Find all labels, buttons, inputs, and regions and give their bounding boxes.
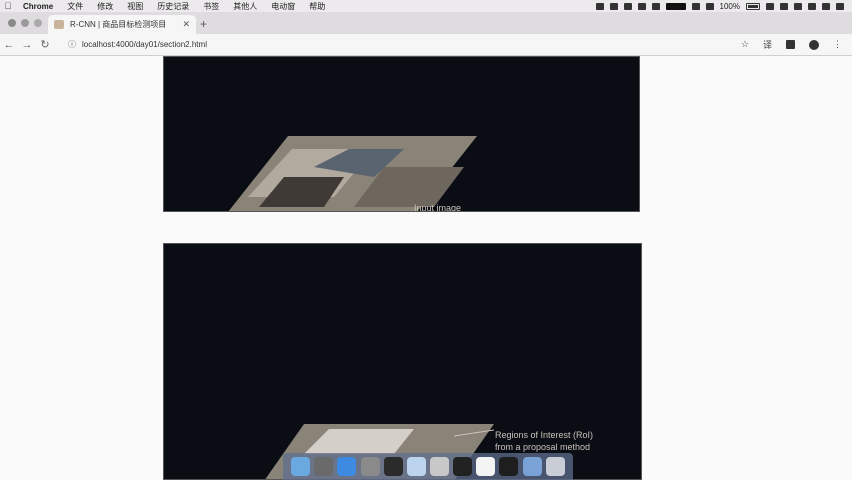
minimize-window-icon[interactable] (21, 19, 29, 27)
tab-close-icon[interactable]: ✕ (182, 19, 190, 30)
status-icon[interactable] (794, 2, 802, 10)
tab-strip: R-CNN | 商品目标检测项目 ✕ + (0, 12, 852, 34)
menu-view[interactable]: 视图 (120, 1, 150, 12)
window-controls (8, 19, 42, 27)
more-menu-icon[interactable]: ⋮ (833, 39, 842, 50)
battery-icon[interactable] (746, 2, 760, 10)
caption-roi-line1: Regions of Interest (RoI) (495, 430, 594, 440)
back-icon[interactable]: ← (0, 39, 18, 51)
input-method-icon[interactable] (766, 2, 774, 10)
status-icon[interactable] (665, 2, 686, 10)
new-tab-icon[interactable]: + (200, 17, 207, 31)
status-area: 100% (595, 1, 852, 11)
status-icon[interactable] (637, 2, 646, 10)
bookmark-star-icon[interactable]: ☆ (741, 39, 749, 50)
translate-icon[interactable]: 译 (763, 38, 772, 51)
reload-icon[interactable]: ↻ (36, 38, 54, 51)
profile-icon[interactable] (809, 39, 819, 50)
url-text: localhost:4000/day01/section2.html (82, 40, 207, 49)
toolbar-actions: ☆ 译 ⋮ (741, 38, 852, 51)
caption-input-image: Input image (414, 203, 462, 212)
favicon-icon (54, 20, 64, 29)
finder-window-icon[interactable] (522, 457, 542, 476)
volume-icon[interactable] (705, 2, 714, 10)
pycharm-icon[interactable] (383, 457, 403, 476)
close-window-icon[interactable] (8, 19, 16, 27)
preview-icon[interactable] (406, 457, 426, 476)
status-icon[interactable] (651, 2, 660, 10)
browser-tab[interactable]: R-CNN | 商品目标检测项目 ✕ (48, 15, 196, 34)
info-icon[interactable]: ⓘ (68, 39, 76, 50)
forward-icon[interactable]: → (18, 39, 36, 51)
launchpad-icon[interactable] (314, 457, 334, 476)
chrome-icon[interactable] (430, 457, 450, 476)
menu-edit[interactable]: 修改 (90, 1, 120, 12)
terminal-icon[interactable] (453, 457, 473, 476)
search-icon[interactable] (808, 2, 816, 10)
extension-icon[interactable] (786, 40, 795, 49)
status-icon[interactable] (780, 2, 788, 10)
apple-menu-icon[interactable]:  (0, 1, 16, 11)
menu-list-icon[interactable] (836, 2, 844, 10)
control-center-icon[interactable] (822, 2, 830, 10)
finder-icon[interactable] (291, 457, 311, 476)
settings-icon[interactable] (360, 457, 380, 476)
safari-icon[interactable] (337, 457, 357, 476)
menu-bar:  Chrome 文件 修改 视图 历史记录 书签 其他人 电动窗 帮助 100… (0, 0, 852, 12)
menu-file[interactable]: 文件 (60, 1, 90, 12)
maximize-window-icon[interactable] (34, 19, 42, 27)
caption-roi-line2: from a proposal method (495, 442, 591, 452)
menu-bookmarks[interactable]: 书签 (196, 1, 226, 12)
menu-window[interactable]: 电动窗 (264, 1, 302, 12)
slide-input-image: Input image (163, 56, 640, 212)
browser-toolbar: ← → ↻ ⓘ localhost:4000/day01/section2.ht… (0, 34, 852, 56)
menu-history[interactable]: 历史记录 (150, 1, 196, 12)
menu-people[interactable]: 其他人 (226, 1, 264, 12)
page-content: Input image Regions of Interest (RoI) fr… (0, 56, 852, 480)
menu-app-name[interactable]: Chrome (16, 2, 60, 11)
scissors-icon[interactable] (609, 2, 618, 10)
menu-help[interactable]: 帮助 (302, 1, 332, 12)
status-icon[interactable] (623, 2, 632, 10)
trash-icon[interactable] (545, 457, 565, 476)
slide-regions-of-interest: Regions of Interest (RoI) from a proposa… (163, 243, 642, 480)
wifi-icon[interactable] (691, 2, 700, 10)
battery-percent: 100% (719, 1, 740, 11)
openvpn-icon[interactable] (499, 457, 519, 476)
dock (283, 453, 573, 480)
address-bar[interactable]: ⓘ localhost:4000/day01/section2.html (68, 39, 207, 50)
status-icon[interactable] (595, 2, 604, 10)
typora-icon[interactable] (476, 457, 496, 476)
tab-title: R-CNN | 商品目标检测项目 (70, 20, 167, 29)
input-image-graphic (228, 136, 477, 211)
